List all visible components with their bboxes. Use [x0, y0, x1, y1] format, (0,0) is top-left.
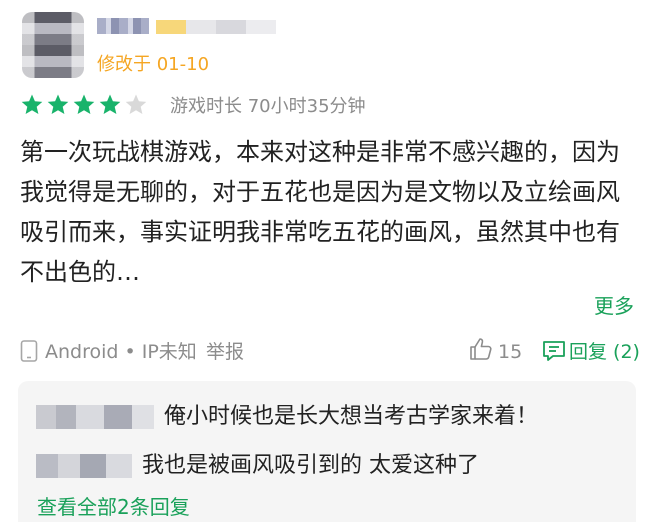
reply-username-blurred[interactable]: [36, 454, 132, 478]
user-badge-blurred: [156, 20, 276, 34]
thumbs-up-icon[interactable]: [468, 336, 494, 362]
reply-text: 我也是被画风吸引到的 太爱这种了: [142, 453, 479, 478]
phone-icon: [20, 340, 38, 362]
view-all-replies-link[interactable]: 查看全部2条回复: [37, 494, 190, 520]
review-content[interactable]: 第一次玩战棋游戏，本来对这种是非常不感兴趣的，因为我觉得是无聊的，对于五花也是因…: [20, 132, 632, 292]
star-icon: [99, 94, 121, 114]
device-info: Android • IP未知: [45, 341, 197, 363]
star-icon: [73, 94, 95, 114]
report-button[interactable]: 举报: [206, 340, 244, 364]
avatar[interactable]: [22, 12, 84, 78]
username-blurred[interactable]: [97, 18, 149, 34]
more-link[interactable]: 更多: [594, 293, 634, 319]
like-count: 15: [498, 341, 523, 363]
reply-username-blurred[interactable]: [36, 405, 154, 429]
modified-date: 修改于 01-10: [97, 54, 210, 75]
playtime-text: 游戏时长 70小时35分钟: [170, 96, 366, 117]
star-icon: [125, 94, 147, 114]
comment-icon[interactable]: [541, 338, 567, 364]
star-icon: [21, 94, 43, 114]
reply-button[interactable]: 回复 (2): [569, 340, 640, 364]
star-rating: [20, 93, 148, 119]
reply-text: 俺小时候也是长大想当考古学家来着！: [164, 404, 539, 429]
star-icon: [47, 94, 69, 114]
